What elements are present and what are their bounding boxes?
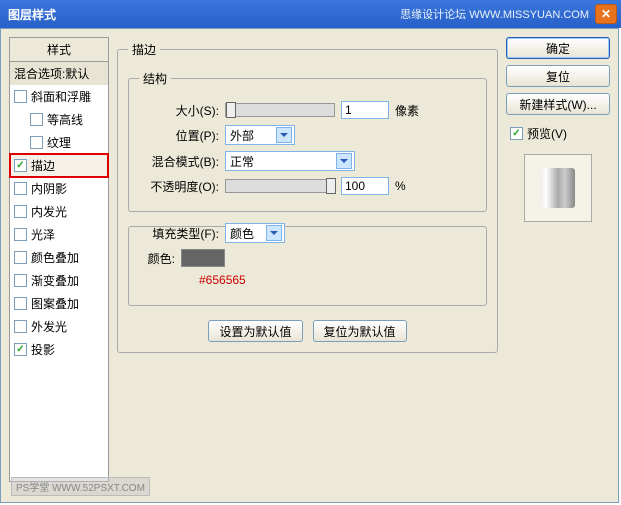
ok-button[interactable]: 确定	[506, 37, 610, 59]
main-panel: 描边 结构 大小(S): 像素 位置(P): 外部 混合	[117, 37, 498, 494]
style-item[interactable]: 渐变叠加	[10, 269, 108, 292]
reset-default-button[interactable]: 复位为默认值	[313, 320, 407, 342]
size-label: 大小(S):	[139, 102, 219, 119]
right-column: 确定 复位 新建样式(W)... 预览(V)	[506, 37, 610, 494]
pct-label: %	[395, 179, 406, 193]
structure-legend: 结构	[139, 70, 171, 87]
site-label: 思缘设计论坛 WWW.MISSYUAN.COM	[400, 6, 589, 22]
window-title: 图层样式	[8, 6, 400, 23]
style-checkbox[interactable]	[14, 320, 27, 333]
chevron-down-icon	[266, 225, 282, 241]
preview-thumb	[541, 168, 575, 208]
style-checkbox[interactable]	[14, 228, 27, 241]
style-label: 投影	[31, 341, 55, 358]
style-checkbox[interactable]	[14, 159, 27, 172]
cancel-button[interactable]: 复位	[506, 65, 610, 87]
px-label: 像素	[395, 102, 419, 119]
opacity-row: 不透明度(O): %	[139, 177, 476, 195]
preview-toggle[interactable]: 预览(V)	[510, 125, 610, 142]
stroke-group: 描边 结构 大小(S): 像素 位置(P): 外部 混合	[117, 41, 498, 353]
style-item[interactable]: 斜面和浮雕	[10, 85, 108, 108]
style-checkbox[interactable]	[14, 297, 27, 310]
set-default-button[interactable]: 设置为默认值	[208, 320, 302, 342]
hex-value: #656565	[199, 273, 476, 287]
filltype-row: 填充类型(F): 颜色	[139, 223, 476, 243]
styles-list: 样式 混合选项:默认 斜面和浮雕等高线纹理描边内阴影内发光光泽颜色叠加渐变叠加图…	[9, 37, 109, 482]
stroke-legend: 描边	[128, 41, 160, 58]
title-bar: 图层样式 思缘设计论坛 WWW.MISSYUAN.COM ✕	[0, 0, 621, 28]
position-row: 位置(P): 外部	[139, 125, 476, 145]
preview-label: 预览(V)	[527, 125, 567, 142]
blend-options-row[interactable]: 混合选项:默认	[10, 62, 108, 85]
size-slider[interactable]	[225, 103, 335, 117]
style-label: 外发光	[31, 318, 67, 335]
style-label: 颜色叠加	[31, 249, 79, 266]
style-label: 光泽	[31, 226, 55, 243]
style-checkbox[interactable]	[14, 251, 27, 264]
style-checkbox[interactable]	[30, 113, 43, 126]
opacity-slider[interactable]	[225, 179, 335, 193]
size-input[interactable]	[341, 101, 389, 119]
style-item[interactable]: 颜色叠加	[10, 246, 108, 269]
style-item[interactable]: 图案叠加	[10, 292, 108, 315]
style-label: 内阴影	[31, 180, 67, 197]
style-label: 描边	[31, 157, 55, 174]
color-row: 颜色:	[139, 249, 476, 267]
style-checkbox[interactable]	[14, 182, 27, 195]
style-item[interactable]: 内阴影	[10, 177, 108, 200]
style-checkbox[interactable]	[14, 343, 27, 356]
opacity-label: 不透明度(O):	[139, 178, 219, 195]
color-swatch[interactable]	[181, 249, 225, 267]
preview-box	[524, 154, 592, 222]
size-row: 大小(S): 像素	[139, 101, 476, 119]
style-checkbox[interactable]	[30, 136, 43, 149]
position-label: 位置(P):	[139, 127, 219, 144]
blendmode-row: 混合模式(B): 正常	[139, 151, 476, 171]
dialog-body: 样式 混合选项:默认 斜面和浮雕等高线纹理描边内阴影内发光光泽颜色叠加渐变叠加图…	[0, 28, 619, 503]
style-item[interactable]: 内发光	[10, 200, 108, 223]
new-style-button[interactable]: 新建样式(W)...	[506, 93, 610, 115]
opacity-input[interactable]	[341, 177, 389, 195]
preview-checkbox[interactable]	[510, 127, 523, 140]
blendmode-dropdown[interactable]: 正常	[225, 151, 355, 171]
structure-group: 结构 大小(S): 像素 位置(P): 外部 混合模式(B):	[128, 70, 487, 212]
style-checkbox[interactable]	[14, 90, 27, 103]
style-item[interactable]: 外发光	[10, 315, 108, 338]
style-label: 图案叠加	[31, 295, 79, 312]
filltype-dropdown[interactable]: 颜色	[225, 223, 285, 243]
filltype-label: 填充类型(F):	[139, 225, 219, 242]
default-buttons: 设置为默认值 复位为默认值	[128, 320, 487, 342]
fill-group: 填充类型(F): 颜色 颜色: #656565	[128, 226, 487, 306]
blendmode-label: 混合模式(B):	[139, 153, 219, 170]
chevron-down-icon	[276, 127, 292, 143]
style-checkbox[interactable]	[14, 274, 27, 287]
style-item[interactable]: 投影	[10, 338, 108, 361]
color-label: 颜色:	[139, 250, 175, 267]
styles-header: 样式	[10, 38, 108, 62]
style-label: 等高线	[47, 111, 83, 128]
style-item[interactable]: 描边	[10, 154, 108, 177]
close-button[interactable]: ✕	[595, 4, 617, 24]
style-label: 纹理	[47, 134, 71, 151]
style-item[interactable]: 等高线	[10, 108, 108, 131]
chevron-down-icon	[336, 153, 352, 169]
style-label: 渐变叠加	[31, 272, 79, 289]
style-checkbox[interactable]	[14, 205, 27, 218]
style-item[interactable]: 光泽	[10, 223, 108, 246]
style-label: 内发光	[31, 203, 67, 220]
watermark: PS学堂 WWW.52PSXT.COM	[11, 477, 150, 496]
style-item[interactable]: 纹理	[10, 131, 108, 154]
position-dropdown[interactable]: 外部	[225, 125, 295, 145]
style-label: 斜面和浮雕	[31, 88, 91, 105]
